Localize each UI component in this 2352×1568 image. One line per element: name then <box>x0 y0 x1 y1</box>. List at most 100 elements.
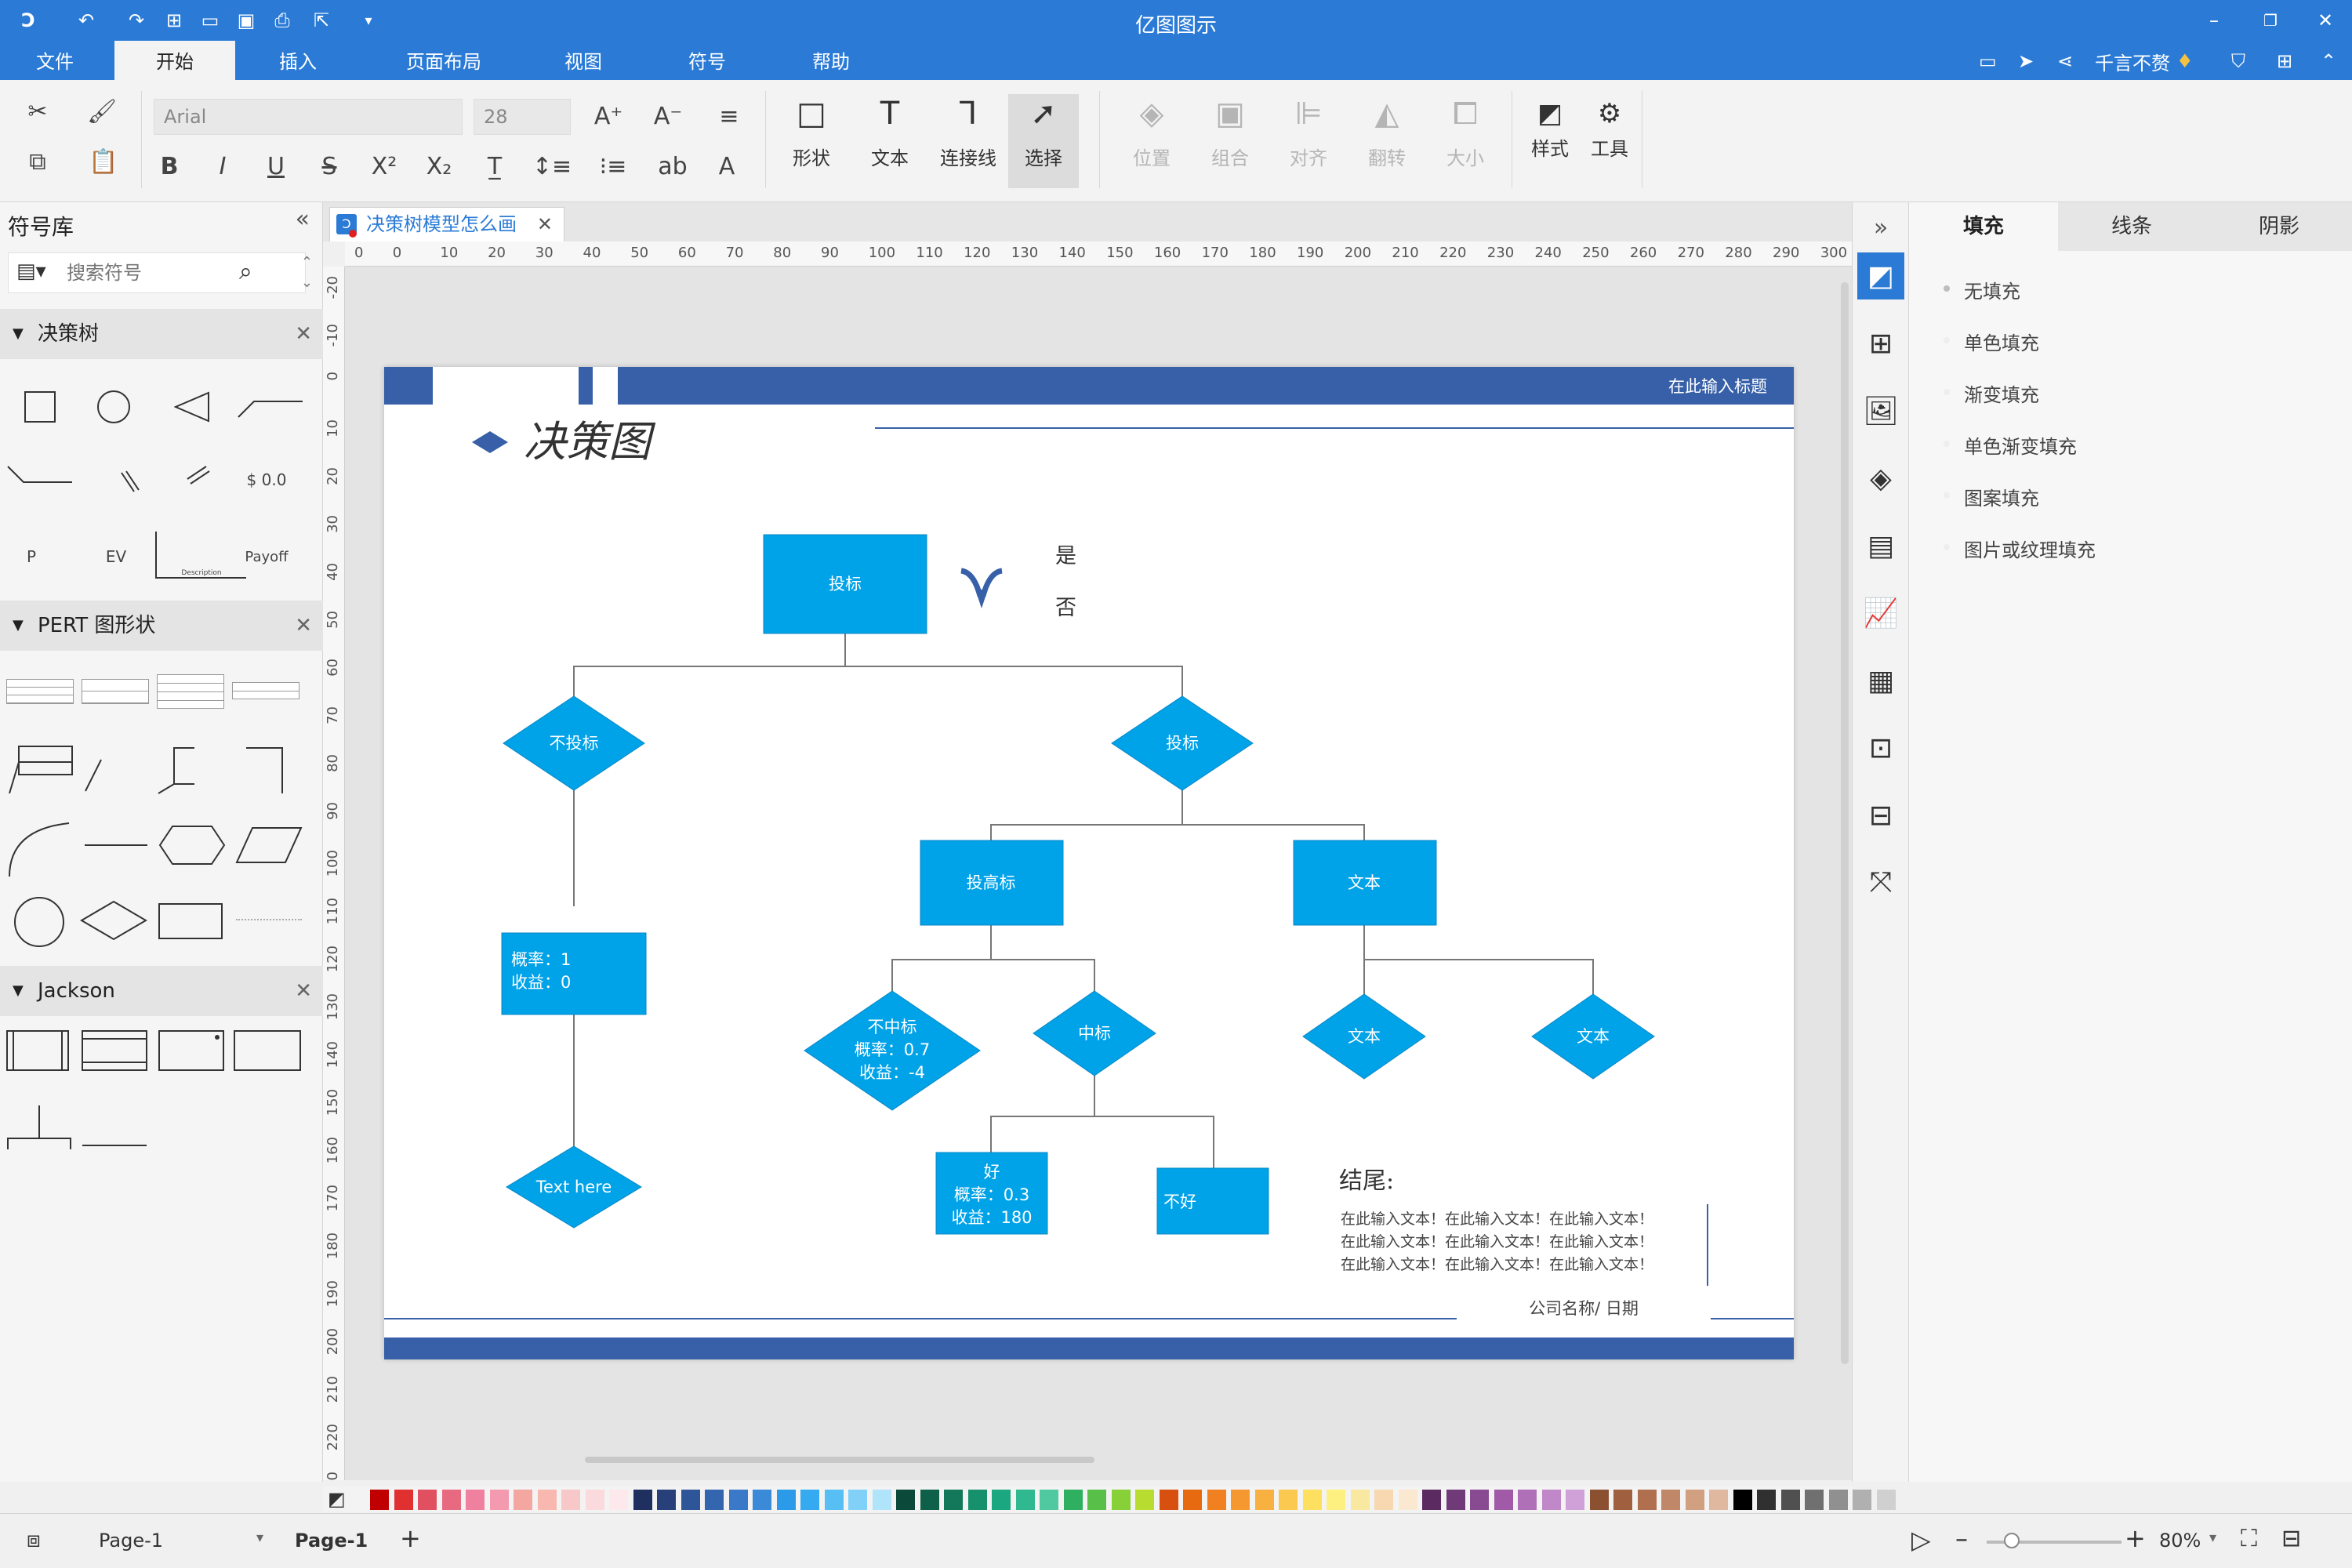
corner-shape[interactable] <box>241 743 289 798</box>
maximize-icon[interactable]: ❐ <box>2247 5 2294 36</box>
search-icon[interactable]: ⌕ <box>239 258 252 285</box>
paste-icon[interactable]: 📋 <box>82 144 125 179</box>
chart-icon[interactable]: 📈 <box>1857 590 1904 637</box>
user-name[interactable]: 千言不赘 <box>2095 47 2170 75</box>
library-menu-icon[interactable]: ▤▾ <box>16 260 46 283</box>
palette-swatch[interactable] <box>633 1490 652 1510</box>
palette-swatch[interactable] <box>609 1490 628 1510</box>
ev-shape[interactable]: EV <box>93 541 140 572</box>
group-button[interactable]: ▣ 组合 <box>1195 94 1265 188</box>
vip-icon[interactable]: ♦ <box>2176 47 2194 75</box>
palette-swatch[interactable] <box>1518 1490 1537 1510</box>
add-page-icon[interactable]: + <box>400 1523 421 1553</box>
tools-button[interactable]: ⚙ 工具 <box>1574 94 1645 188</box>
palette-swatch[interactable] <box>1422 1490 1441 1510</box>
format-painter-icon[interactable]: 🖌 <box>85 94 119 129</box>
palette-swatch[interactable] <box>681 1490 700 1510</box>
align-icon[interactable]: ≡ <box>706 99 753 133</box>
layers-icon[interactable]: ◈ <box>1857 455 1904 502</box>
connector-tool-button[interactable]: ⅂ 连接线 <box>933 94 1004 188</box>
header-title-text[interactable]: 在此输入标题 <box>1668 377 1767 396</box>
cut-icon[interactable]: ✂ <box>20 94 55 129</box>
footer-text[interactable]: 公司名称/ 日期 <box>1529 1299 1639 1318</box>
jackson-box-shape[interactable] <box>234 1030 301 1071</box>
strikethrough-icon[interactable]: S <box>312 149 347 183</box>
close-section-icon[interactable]: ✕ <box>295 601 312 651</box>
canvas-area[interactable]: 在此输入标题 决策图 是 否 投标 不投标 投标 概率：1 收益：0 Text … <box>345 267 1852 1480</box>
rectangle-shape[interactable] <box>157 902 224 941</box>
page-view-icon[interactable]: ⧈ <box>27 1526 41 1553</box>
connector[interactable] <box>990 790 1183 840</box>
fill-option-none[interactable]: 无填充 <box>1944 276 2020 303</box>
line-shape[interactable] <box>83 829 149 861</box>
text-case-icon[interactable]: ab <box>649 149 696 183</box>
line-shape[interactable] <box>78 751 110 798</box>
grow-font-icon[interactable]: A⁺ <box>591 99 626 133</box>
slash-shape[interactable] <box>110 461 149 500</box>
pert-table-shape[interactable] <box>232 682 299 699</box>
palette-swatch[interactable] <box>537 1490 557 1510</box>
palette-swatch[interactable] <box>776 1490 796 1510</box>
grid-icon[interactable]: ⊞ <box>1857 320 1904 367</box>
palette-swatch[interactable] <box>466 1490 485 1510</box>
palette-swatch[interactable] <box>920 1490 939 1510</box>
expand-panel-icon[interactable]: » <box>1857 204 1904 251</box>
play-icon[interactable]: ▷ <box>1911 1525 1931 1555</box>
palette-swatch[interactable] <box>561 1490 580 1510</box>
menu-home[interactable]: 开始 <box>114 41 235 80</box>
zoom-out-icon[interactable]: – <box>1955 1523 1968 1553</box>
collapse-panel-icon[interactable]: « <box>296 205 310 233</box>
pert-callout-shape[interactable] <box>5 743 75 798</box>
font-family-select[interactable]: Arial <box>154 99 463 135</box>
dollar-shape[interactable]: $ 0.0 <box>235 464 298 495</box>
tab-line[interactable]: 线条 <box>2058 202 2205 251</box>
triangle-shape[interactable] <box>172 387 212 426</box>
fill-panel-icon[interactable]: ◩ <box>1857 252 1904 299</box>
page-icon[interactable]: ▤ <box>1857 522 1904 569</box>
zoom-level[interactable]: 80% <box>2159 1530 2201 1552</box>
italic-icon[interactable]: I <box>205 149 240 183</box>
tab-shadow[interactable]: 阴影 <box>2205 202 2352 251</box>
palette-swatch[interactable] <box>728 1490 748 1510</box>
pert-table-shape[interactable] <box>157 674 224 709</box>
circle-shape[interactable] <box>94 387 133 426</box>
subscript-icon[interactable]: X₂ <box>422 149 456 183</box>
palette-swatch[interactable] <box>1637 1490 1657 1510</box>
palette-swatch[interactable] <box>1589 1490 1609 1510</box>
font-size-select[interactable]: 28 <box>474 99 571 135</box>
square-shape[interactable] <box>20 387 60 426</box>
slash-shape[interactable] <box>179 458 218 489</box>
jackson-box-shape[interactable] <box>6 1030 69 1071</box>
palette-swatch[interactable] <box>992 1490 1011 1510</box>
branch-line-shape[interactable] <box>5 461 75 492</box>
palette-swatch[interactable] <box>1733 1490 1752 1510</box>
flip-button[interactable]: ◭ 翻转 <box>1352 94 1422 188</box>
collapse-ribbon-icon[interactable]: ⌃ <box>2321 47 2336 75</box>
palette-swatch[interactable] <box>753 1490 771 1510</box>
page-selector[interactable]: Page-1 ▾ <box>99 1530 263 1552</box>
palette-swatch[interactable] <box>1685 1490 1704 1510</box>
shuffle-icon[interactable]: ⤧ <box>1857 859 1904 906</box>
palette-swatch[interactable] <box>1159 1490 1178 1510</box>
branch-line-shape[interactable] <box>235 387 306 426</box>
size-button[interactable]: ⧠ 大小 <box>1430 94 1501 188</box>
palette-swatch[interactable] <box>1207 1490 1226 1510</box>
fill-option-pattern[interactable]: 图案填充 <box>1944 483 2039 510</box>
connector[interactable] <box>891 925 992 991</box>
palette-swatch[interactable] <box>1087 1490 1106 1510</box>
close-icon[interactable]: ✕ <box>2302 5 2349 36</box>
fill-option-solid-gradient[interactable]: 单色渐变填充 <box>1944 431 2077 459</box>
menu-file[interactable]: 文件 <box>16 41 94 80</box>
connector[interactable] <box>1364 959 1594 994</box>
jackson-box-shape[interactable] <box>82 1030 147 1071</box>
palette-swatch[interactable] <box>1757 1490 1776 1510</box>
palette-swatch[interactable] <box>1398 1490 1417 1510</box>
bullets-icon[interactable]: ⁝≡ <box>591 149 635 183</box>
palette-swatch[interactable] <box>824 1490 844 1510</box>
fit-width-icon[interactable]: ⊟ <box>2281 1525 2301 1552</box>
legend-yes[interactable]: 是 <box>1055 544 1076 568</box>
palette-swatch[interactable] <box>1828 1490 1848 1510</box>
palette-swatch[interactable] <box>1661 1490 1680 1510</box>
payoff-shape[interactable]: Payoff <box>235 541 298 572</box>
close-section-icon[interactable]: ✕ <box>295 966 312 1016</box>
